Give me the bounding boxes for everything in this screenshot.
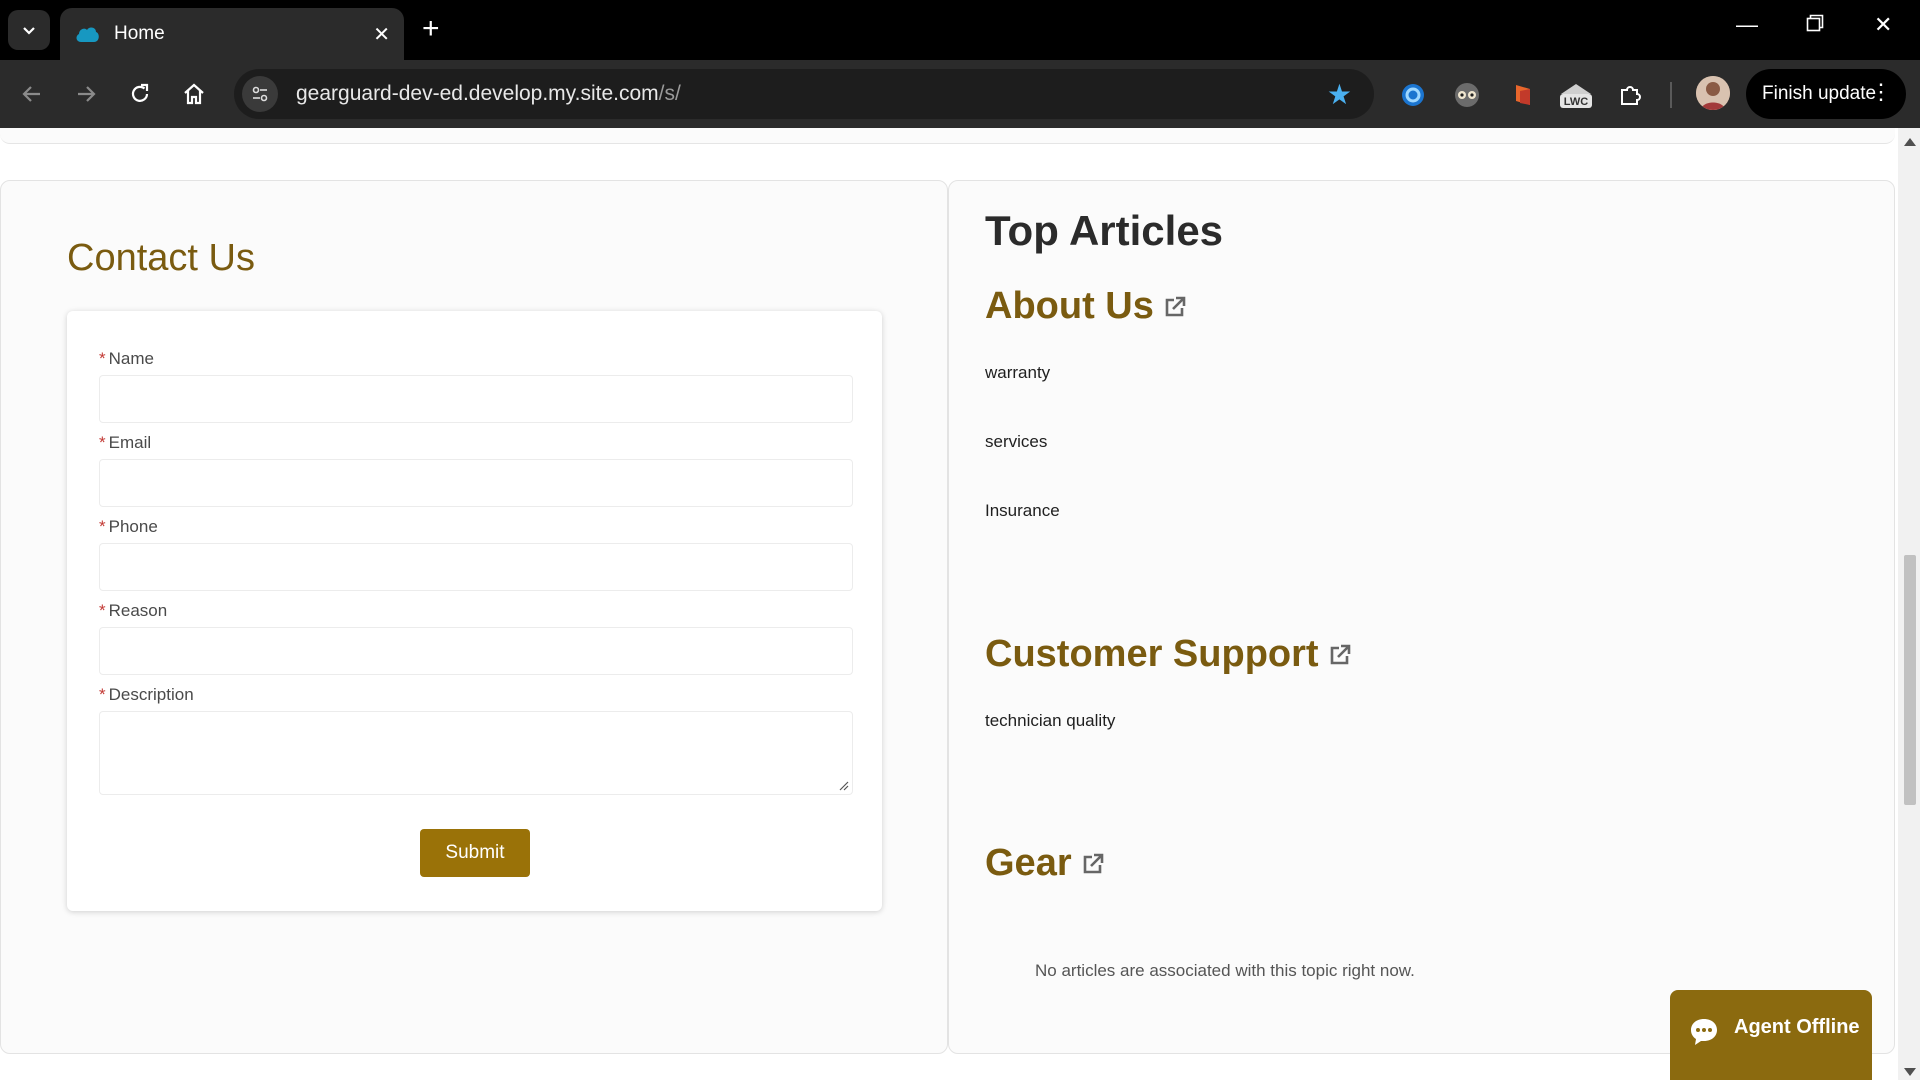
description-textarea[interactable] — [99, 711, 853, 795]
new-tab-button[interactable]: + — [422, 12, 440, 46]
article-link[interactable]: Insurance — [985, 501, 1060, 521]
submit-button[interactable]: Submit — [420, 829, 530, 877]
field-label: Description — [108, 685, 194, 704]
section-divider — [0, 128, 1895, 144]
toolbar-separator — [1670, 82, 1672, 108]
article-link[interactable]: technician quality — [985, 711, 1115, 731]
site-settings-icon[interactable] — [242, 76, 278, 112]
tab-title: Home — [114, 23, 165, 44]
forward-arrow-icon[interactable] — [70, 78, 102, 110]
flag-extension-icon[interactable] — [1506, 78, 1540, 112]
topic-gear-link[interactable]: Gear — [985, 842, 1106, 885]
extensions-puzzle-icon[interactable] — [1614, 78, 1648, 112]
articles-panel: Top Articles About Us warranty services … — [948, 180, 1895, 1054]
close-window-icon[interactable]: ✕ — [1874, 12, 1892, 38]
browser-tab-home[interactable]: Home ✕ — [60, 8, 404, 60]
description-field: * Description — [99, 685, 853, 795]
field-label: Phone — [108, 517, 158, 536]
tab-search-button[interactable] — [8, 10, 50, 50]
scroll-down-arrow-icon[interactable] — [1904, 1068, 1916, 1076]
tab-strip: Home ✕ + — ✕ — [0, 0, 1920, 60]
required-mark: * — [99, 349, 106, 368]
email-input[interactable] — [99, 459, 853, 507]
home-icon[interactable] — [178, 78, 210, 110]
scroll-up-arrow-icon[interactable] — [1904, 138, 1916, 146]
minimize-icon[interactable]: — — [1736, 12, 1758, 38]
reload-icon[interactable] — [124, 78, 156, 110]
field-label: Email — [108, 433, 152, 452]
bookmark-star-icon[interactable]: ★ — [1327, 78, 1352, 111]
required-mark: * — [99, 685, 106, 704]
back-arrow-icon[interactable] — [16, 78, 48, 110]
restore-window-icon[interactable] — [1806, 12, 1824, 38]
phone-input[interactable] — [99, 543, 853, 591]
resize-grip-icon[interactable] — [837, 779, 849, 791]
more-menu-icon[interactable]: ⋮ — [1870, 79, 1892, 105]
chevron-down-icon — [23, 27, 35, 35]
salesforce-cloud-icon — [76, 27, 99, 42]
page-viewport: Contact Us * Name * Email * Phone * Reason *… — [0, 128, 1898, 1080]
url-text: gearguard-dev-ed.develop.my.site.com/s/ — [296, 82, 681, 105]
field-label: Name — [108, 349, 154, 368]
external-link-icon — [1083, 853, 1103, 873]
email-field: * Email — [99, 433, 853, 507]
glasses-extension-icon[interactable] — [1450, 78, 1484, 112]
page-scrollbar[interactable] — [1898, 128, 1920, 1080]
external-link-icon — [1165, 296, 1186, 316]
name-input[interactable] — [99, 375, 853, 423]
chat-label: Agent Offline — [1734, 1016, 1860, 1038]
reason-input[interactable] — [99, 627, 853, 675]
lwc-extension-icon[interactable]: LWC — [1556, 78, 1596, 112]
phone-field: * Phone — [99, 517, 853, 591]
contact-form: * Name * Email * Phone * Reason * Description — [67, 311, 882, 911]
scroll-thumb[interactable] — [1904, 555, 1916, 805]
salesforce-inspector-icon[interactable] — [1396, 78, 1430, 112]
chat-bubble-icon — [1691, 1019, 1717, 1045]
name-field: * Name — [99, 349, 853, 423]
address-bar[interactable]: gearguard-dev-ed.develop.my.site.com/s/ … — [234, 69, 1374, 119]
required-mark: * — [99, 433, 106, 452]
required-mark: * — [99, 517, 106, 536]
contact-panel: Contact Us * Name * Email * Phone * Reason *… — [0, 180, 948, 1054]
reason-field: * Reason — [99, 601, 853, 675]
finish-update-button[interactable]: Finish update ⋮ — [1746, 69, 1906, 119]
tab-close-icon[interactable]: ✕ — [373, 22, 390, 47]
article-link[interactable]: warranty — [985, 363, 1050, 383]
topic-about-us-link[interactable]: About Us — [985, 285, 1188, 328]
contact-title: Contact Us — [67, 237, 255, 279]
required-mark: * — [99, 601, 106, 620]
agent-offline-chat-button[interactable]: Agent Offline — [1670, 990, 1872, 1080]
empty-articles-message: No articles are associated with this top… — [1035, 961, 1415, 980]
top-articles-title: Top Articles — [985, 207, 1224, 254]
svg-text:LWC: LWC — [1564, 96, 1588, 108]
browser-toolbar: gearguard-dev-ed.develop.my.site.com/s/ … — [0, 60, 1920, 128]
profile-avatar[interactable] — [1696, 76, 1730, 110]
external-link-icon — [1330, 644, 1350, 664]
topic-customer-support-link[interactable]: Customer Support — [985, 633, 1353, 676]
field-label: Reason — [108, 601, 168, 620]
article-link[interactable]: services — [985, 432, 1047, 452]
